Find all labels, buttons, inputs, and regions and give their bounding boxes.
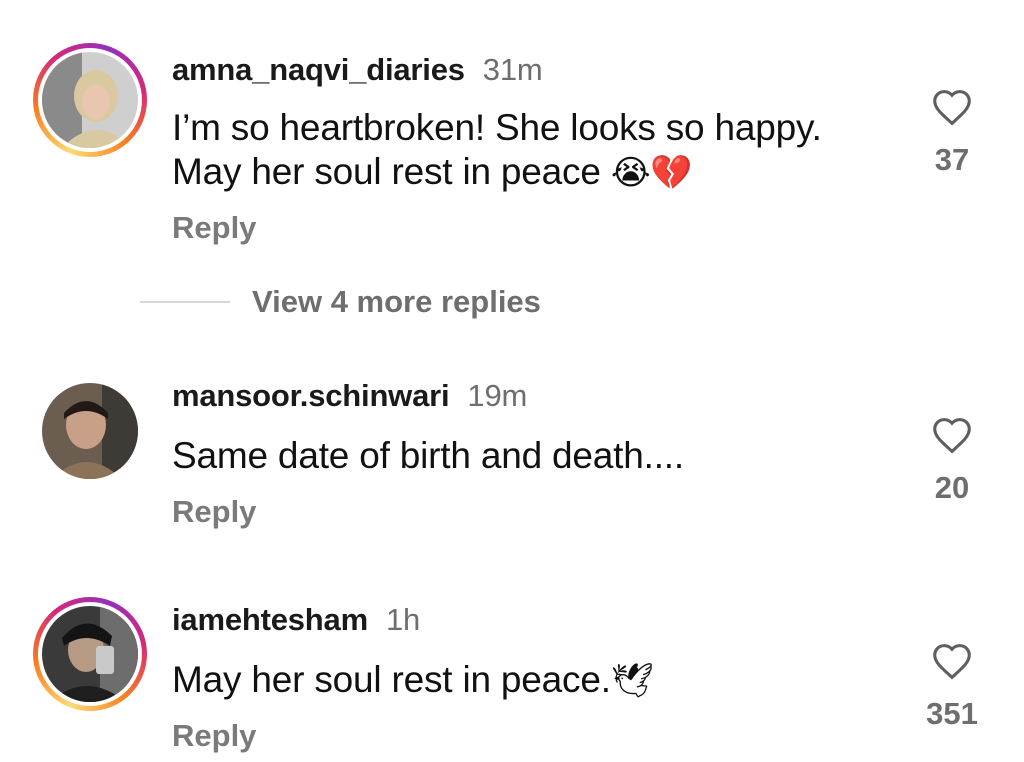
story-ring[interactable] bbox=[33, 597, 147, 711]
avatar[interactable] bbox=[42, 606, 138, 702]
user-avatar-icon bbox=[42, 606, 138, 702]
comment-item: iamehtesham 1h May her soul rest in peace… bbox=[0, 0, 1024, 762]
comment-text-body: May her soul rest in peace. bbox=[172, 659, 611, 700]
heart-icon bbox=[933, 644, 971, 680]
username-text[interactable]: iamehtesham bbox=[172, 602, 368, 637]
like-count: 351 bbox=[926, 696, 978, 731]
reply-button[interactable]: Reply bbox=[172, 718, 256, 754]
comment-username[interactable]: iamehtesham 1h bbox=[172, 602, 420, 638]
dove-emoji-icon: 🕊 bbox=[610, 661, 654, 701]
comment-text: May her soul rest in peace.🕊 bbox=[172, 658, 892, 703]
like-button[interactable]: 351 bbox=[922, 642, 982, 732]
comment-time: 1h bbox=[385, 602, 421, 637]
